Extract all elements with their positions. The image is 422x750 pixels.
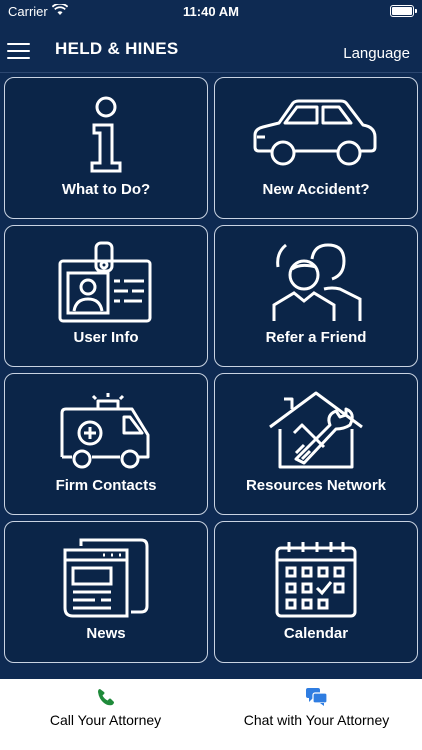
- chat-attorney-label: Chat with Your Attorney: [243, 712, 390, 728]
- tile-label: New Accident?: [262, 181, 370, 198]
- phone-icon: [0, 687, 211, 709]
- tile-label: User Info: [73, 329, 139, 346]
- people-icon: [215, 238, 417, 328]
- menu-icon[interactable]: [7, 43, 30, 59]
- tile-label: What to Do?: [61, 181, 151, 198]
- navigation-bar: HELD & HINES Language: [0, 26, 422, 73]
- tile-label: Refer a Friend: [265, 329, 367, 346]
- chat-icon: [211, 687, 422, 709]
- tile-calendar[interactable]: Calendar: [214, 521, 418, 663]
- tile-resources-network[interactable]: Resources Network: [214, 373, 418, 515]
- chat-attorney-button[interactable]: Chat with Your Attorney: [211, 679, 422, 750]
- menu-grid: What to Do? New Accident? User Info Refe…: [4, 77, 418, 663]
- tile-user-info[interactable]: User Info: [4, 225, 208, 367]
- ambulance-icon: [5, 386, 207, 476]
- info-icon: [5, 90, 207, 180]
- tile-firm-contacts[interactable]: Firm Contacts: [4, 373, 208, 515]
- call-attorney-label: Call Your Attorney: [49, 712, 162, 728]
- tile-new-accident[interactable]: New Accident?: [214, 77, 418, 219]
- clock: 11:40 AM: [183, 4, 239, 19]
- status-bar: Carrier 11:40 AM: [0, 0, 422, 24]
- call-attorney-button[interactable]: Call Your Attorney: [0, 679, 211, 750]
- tile-label: Resources Network: [245, 477, 387, 494]
- house-tools-icon: [215, 386, 417, 476]
- tile-label: Calendar: [283, 625, 349, 642]
- app-title: HELD & HINES: [55, 39, 179, 58]
- tile-news[interactable]: News: [4, 521, 208, 663]
- id-badge-icon: [5, 238, 207, 328]
- calendar-icon: [215, 534, 417, 624]
- battery-icon: [390, 5, 417, 17]
- newspaper-icon: [5, 534, 207, 624]
- bottom-action-bar: Call Your Attorney Chat with Your Attorn…: [0, 679, 422, 750]
- tile-what-to-do[interactable]: What to Do?: [4, 77, 208, 219]
- tile-label: Firm Contacts: [55, 477, 157, 494]
- tile-label: News: [86, 625, 126, 642]
- tile-refer-a-friend[interactable]: Refer a Friend: [214, 225, 418, 367]
- language-button[interactable]: Language: [343, 45, 410, 62]
- car-icon: [215, 90, 417, 180]
